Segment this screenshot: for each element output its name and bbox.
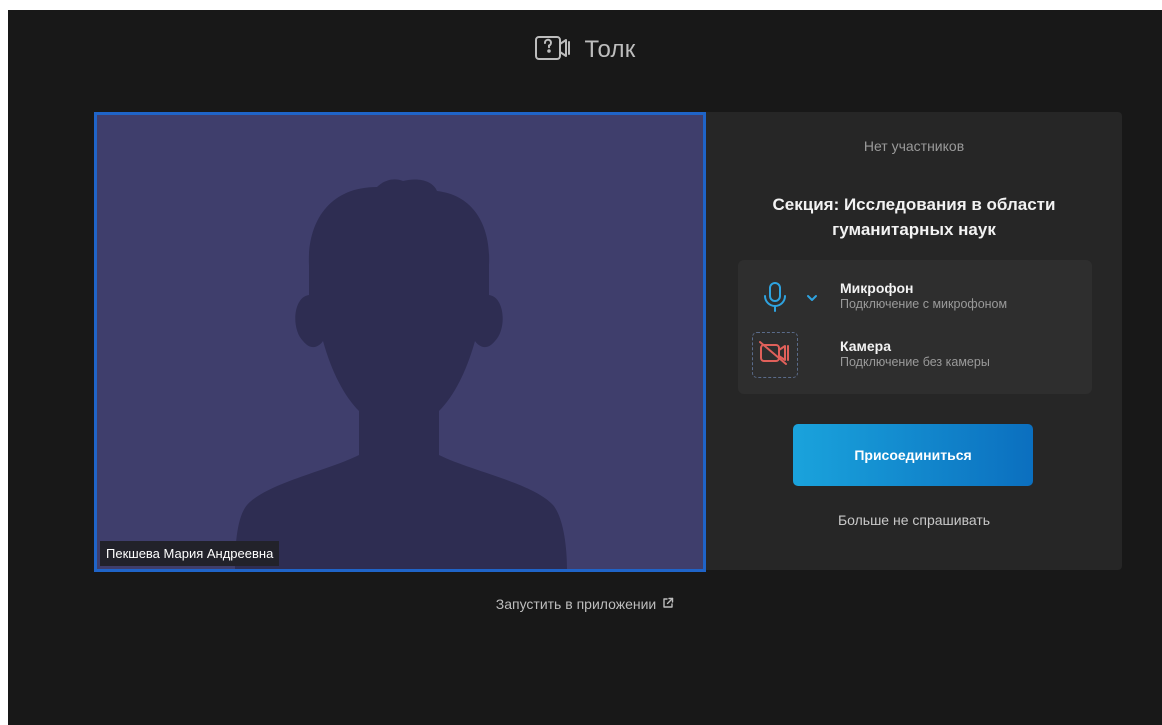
header: Толк	[8, 10, 1162, 90]
camera-subtitle: Подключение без камеры	[840, 355, 990, 369]
participants-status: Нет участников	[863, 138, 965, 154]
microphone-subtitle: Подключение с микрофоном	[840, 297, 1008, 311]
launch-app-label: Запустить в приложении	[495, 596, 657, 612]
device-settings: Микрофон Подключение с микрофоном Камера…	[738, 260, 1092, 394]
external-link-icon	[662, 596, 674, 612]
microphone-info: Микрофон Подключение с микрофоном	[840, 280, 1007, 312]
app-name: Толк	[584, 36, 636, 63]
meeting-title: Секция: Исследования в области гуманитар…	[772, 195, 1056, 239]
launch-in-app-link[interactable]: Запустить в приложении	[8, 596, 1162, 612]
video-camera-icon	[534, 35, 575, 66]
camera-title: Камера	[840, 338, 891, 354]
camera-toggle-button[interactable]	[752, 332, 798, 378]
camera-off-icon	[758, 340, 792, 371]
join-panel: Нет участников Секция: Исследования в об…	[706, 112, 1122, 570]
microphone-row[interactable]: Микрофон Подключение с микрофоном	[738, 274, 1092, 324]
microphone-icon[interactable]	[752, 274, 798, 320]
app-logo: Толк	[534, 35, 636, 66]
dont-ask-again-link[interactable]: Больше не спрашивать	[706, 512, 1122, 528]
join-button[interactable]: Присоединиться	[793, 424, 1033, 486]
camera-row[interactable]: Камера Подключение без камеры	[738, 332, 1092, 382]
avatar-silhouette	[235, 179, 567, 569]
self-video-preview: Пекшева Мария Андреевна	[94, 112, 706, 572]
camera-info: Камера Подключение без камеры	[840, 338, 990, 370]
participant-name-tag: Пекшева Мария Андреевна	[100, 541, 280, 566]
app-window: Толк Пекшева Мария Андреевна Нет участни…	[8, 10, 1162, 725]
microphone-title: Микрофон	[840, 280, 914, 296]
chevron-down-icon[interactable]	[806, 290, 818, 308]
